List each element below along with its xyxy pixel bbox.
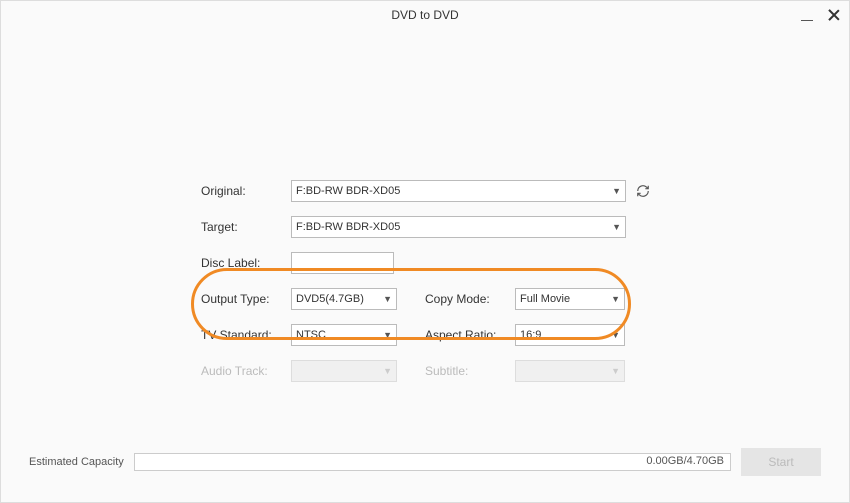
refresh-icon[interactable] bbox=[636, 184, 650, 198]
row-disc-label: Disc Label: bbox=[201, 245, 681, 281]
original-select[interactable]: F:BD-RW BDR-XD05 ▼ bbox=[291, 180, 626, 202]
row-audio-subtitle: Audio Track: ▼ Subtitle: ▼ bbox=[201, 353, 681, 389]
tv-standard-select[interactable]: NTSC ▼ bbox=[291, 324, 397, 346]
row-output-copymode: Output Type: DVD5(4.7GB) ▼ Copy Mode: Fu… bbox=[201, 281, 681, 317]
minimize-icon[interactable] bbox=[801, 9, 813, 21]
copy-mode-value: Full Movie bbox=[520, 293, 570, 305]
target-select[interactable]: F:BD-RW BDR-XD05 ▼ bbox=[291, 216, 626, 238]
tv-standard-value: NTSC bbox=[296, 329, 326, 341]
chevron-down-icon: ▼ bbox=[611, 330, 620, 340]
row-original: Original: F:BD-RW BDR-XD05 ▼ bbox=[201, 173, 681, 209]
chevron-down-icon: ▼ bbox=[383, 294, 392, 304]
chevron-down-icon: ▼ bbox=[612, 222, 621, 232]
output-type-value: DVD5(4.7GB) bbox=[296, 293, 364, 305]
output-type-select[interactable]: DVD5(4.7GB) ▼ bbox=[291, 288, 397, 310]
chevron-down-icon: ▼ bbox=[383, 366, 392, 376]
target-value: F:BD-RW BDR-XD05 bbox=[296, 221, 400, 233]
capacity-progress: 0.00GB/4.70GB bbox=[134, 453, 731, 471]
app-window: DVD to DVD Original: F:BD-RW BDR-XD05 ▼ bbox=[0, 0, 850, 503]
chevron-down-icon: ▼ bbox=[612, 186, 621, 196]
aspect-ratio-label: Aspect Ratio: bbox=[425, 328, 515, 342]
chevron-down-icon: ▼ bbox=[383, 330, 392, 340]
capacity-text: 0.00GB/4.70GB bbox=[646, 455, 724, 467]
capacity-label: Estimated Capacity bbox=[29, 456, 124, 468]
content-area: Original: F:BD-RW BDR-XD05 ▼ Target: bbox=[1, 29, 849, 502]
form-area: Original: F:BD-RW BDR-XD05 ▼ Target: bbox=[201, 173, 681, 389]
start-button[interactable]: Start bbox=[741, 448, 821, 476]
original-label: Original: bbox=[201, 184, 291, 198]
tv-standard-label: TV Standard: bbox=[201, 328, 291, 342]
aspect-ratio-select[interactable]: 16:9 ▼ bbox=[515, 324, 625, 346]
chevron-down-icon: ▼ bbox=[611, 294, 620, 304]
subtitle-label: Subtitle: bbox=[425, 364, 515, 378]
subtitle-select: ▼ bbox=[515, 360, 625, 382]
copy-mode-select[interactable]: Full Movie ▼ bbox=[515, 288, 625, 310]
disc-label-input[interactable] bbox=[291, 252, 394, 274]
disc-label-label: Disc Label: bbox=[201, 256, 291, 270]
output-type-label: Output Type: bbox=[201, 292, 291, 306]
window-title: DVD to DVD bbox=[391, 8, 458, 22]
original-value: F:BD-RW BDR-XD05 bbox=[296, 185, 400, 197]
row-target: Target: F:BD-RW BDR-XD05 ▼ bbox=[201, 209, 681, 245]
titlebar-controls bbox=[801, 1, 841, 29]
target-label: Target: bbox=[201, 220, 291, 234]
copy-mode-label: Copy Mode: bbox=[425, 292, 515, 306]
chevron-down-icon: ▼ bbox=[611, 366, 620, 376]
titlebar: DVD to DVD bbox=[1, 1, 849, 29]
footer: Estimated Capacity 0.00GB/4.70GB Start bbox=[29, 448, 821, 476]
close-icon[interactable] bbox=[827, 8, 841, 22]
aspect-ratio-value: 16:9 bbox=[520, 329, 541, 341]
audio-track-select: ▼ bbox=[291, 360, 397, 382]
audio-track-label: Audio Track: bbox=[201, 364, 291, 378]
row-tv-aspect: TV Standard: NTSC ▼ Aspect Ratio: 16:9 ▼ bbox=[201, 317, 681, 353]
